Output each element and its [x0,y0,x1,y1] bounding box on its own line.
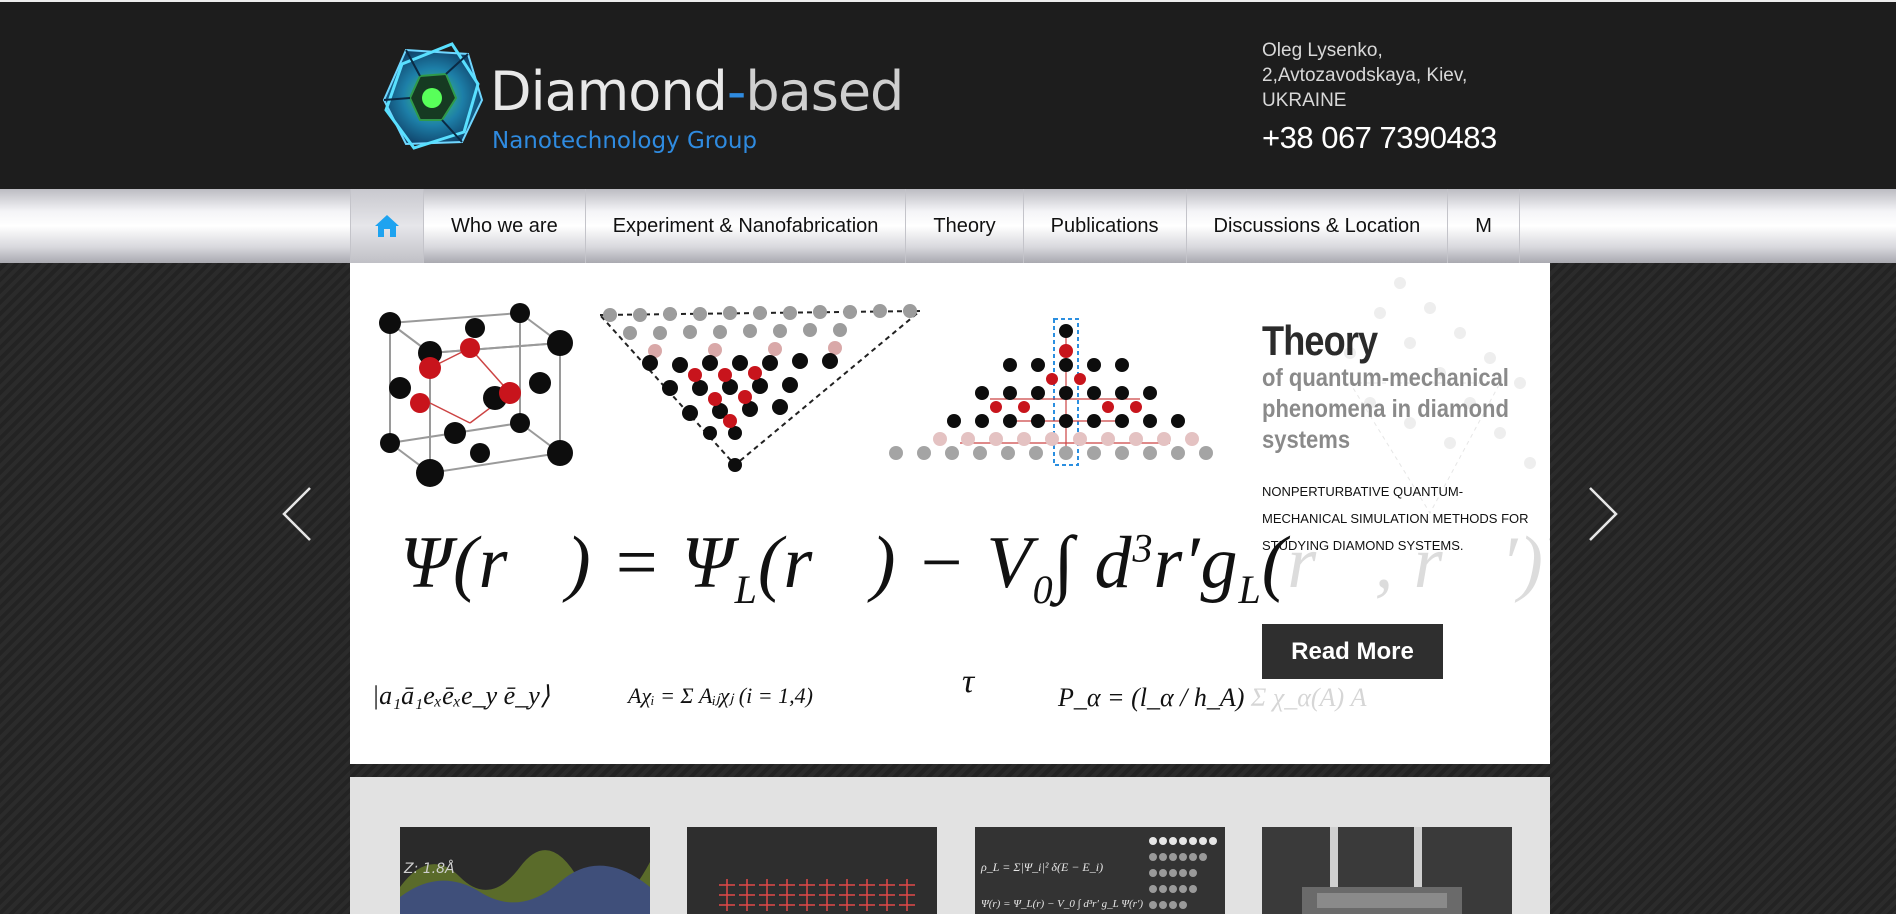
ket-formula: |a₁ā₁eₓēₓe_y ē_y⟩ [372,681,550,710]
nav-experiment[interactable]: Experiment & Nanofabrication [586,189,907,263]
contact-phone: +38 067 7390483 [1262,120,1497,155]
slide-heading: Theory [1262,317,1378,364]
chevron-right-icon [1589,487,1618,541]
thumbnail-device[interactable] [1262,827,1512,914]
atomic-chain-graphic [889,318,1213,466]
svg-text:Ψ(r) = Ψ_L(r) − V_0 ∫ d³r′ g_L: Ψ(r) = Ψ_L(r) − V_0 ∫ d³r′ g_L Ψ(r′) [981,898,1143,910]
svg-text:ρ_L = Σ|Ψ_i|² δ(E − E_i): ρ_L = Σ|Ψ_i|² δ(E − E_i) [980,860,1103,874]
main-navbar: Who we are Experiment & Nanofabrication … [0,189,1896,263]
contact-address: Oleg Lysenko, 2,Avtozavodskaya, Kiev, UK… [1262,38,1467,113]
sum-formula: Aχᵢ = Σ Aᵢⱼχⱼ (i = 1,4) [628,683,813,708]
projection-formula: P_α = (l_α / h_A) Σ χ_α(A) A [1058,683,1367,712]
nav-more[interactable]: M [1448,189,1520,263]
diamond-pyramid-graphic [597,304,923,472]
thumbnail-formulas[interactable]: ρ_L = Σ|Ψ_i|² δ(E − E_i) Ψ(r) = Ψ_L(r) −… [975,827,1225,914]
nav-theory[interactable]: Theory [906,189,1024,263]
integral-domain-label: τ [962,663,975,700]
slide-subheading: of quantum-mechanical phenomena in diamo… [1262,364,1509,454]
nanotube-lattice-image [687,827,937,914]
logo-subtitle: Nanotechnology Group [492,128,757,154]
site-header: Diamond-based Nanotechnology Group Oleg … [0,0,1896,189]
chevron-left-icon [282,487,311,541]
svg-text:Z: 1.8Å: Z: 1.8Å [403,860,455,877]
thumbnail-nanotube[interactable] [687,827,937,914]
logo-title: Diamond-based [490,60,904,123]
surface-plot-image: Z: 1.8Å [400,827,650,914]
nav-discussions-location[interactable]: Discussions & Location [1187,189,1449,263]
slider-prev-button[interactable] [280,486,316,542]
feature-thumbnails: Z: 1.8Å ρ_L = Σ|Ψ_i|² δ(E − E_i) Ψ(r) = … [350,777,1550,914]
diamond-logo-icon [382,42,484,150]
site-logo[interactable]: Diamond-based Nanotechnology Group [376,40,906,160]
main-nav: Who we are Experiment & Nanofabrication … [350,189,1520,263]
formula-thumbnail-image: ρ_L = Σ|Ψ_i|² δ(E − E_i) Ψ(r) = Ψ_L(r) −… [975,827,1225,914]
slider-next-button[interactable] [1584,486,1620,542]
diamond-lattice-cube-graphic [379,303,573,487]
hero-slider: Ψ(r⃗) = ΨL(r⃗) − V0∫ d3r′gL(r⃗, r⃗′)Ψ(r⃗… [350,263,1550,764]
thumbnail-surface[interactable]: Z: 1.8Å [400,827,650,914]
nav-home[interactable] [350,189,424,263]
read-more-button[interactable]: Read More [1262,624,1443,679]
contact-name: Oleg Lysenko, [1262,40,1383,61]
home-icon [375,215,399,237]
contact-country: UKRAINE [1262,90,1347,111]
device-photo-image [1262,827,1512,914]
slide-description: NONPERTURBATIVE QUANTUM-MECHANICAL SIMUL… [1262,484,1529,553]
nav-publications[interactable]: Publications [1024,189,1187,263]
contact-street: 2,Avtozavodskaya, Kiev, [1262,65,1468,86]
nav-who-we-are[interactable]: Who we are [424,189,586,263]
